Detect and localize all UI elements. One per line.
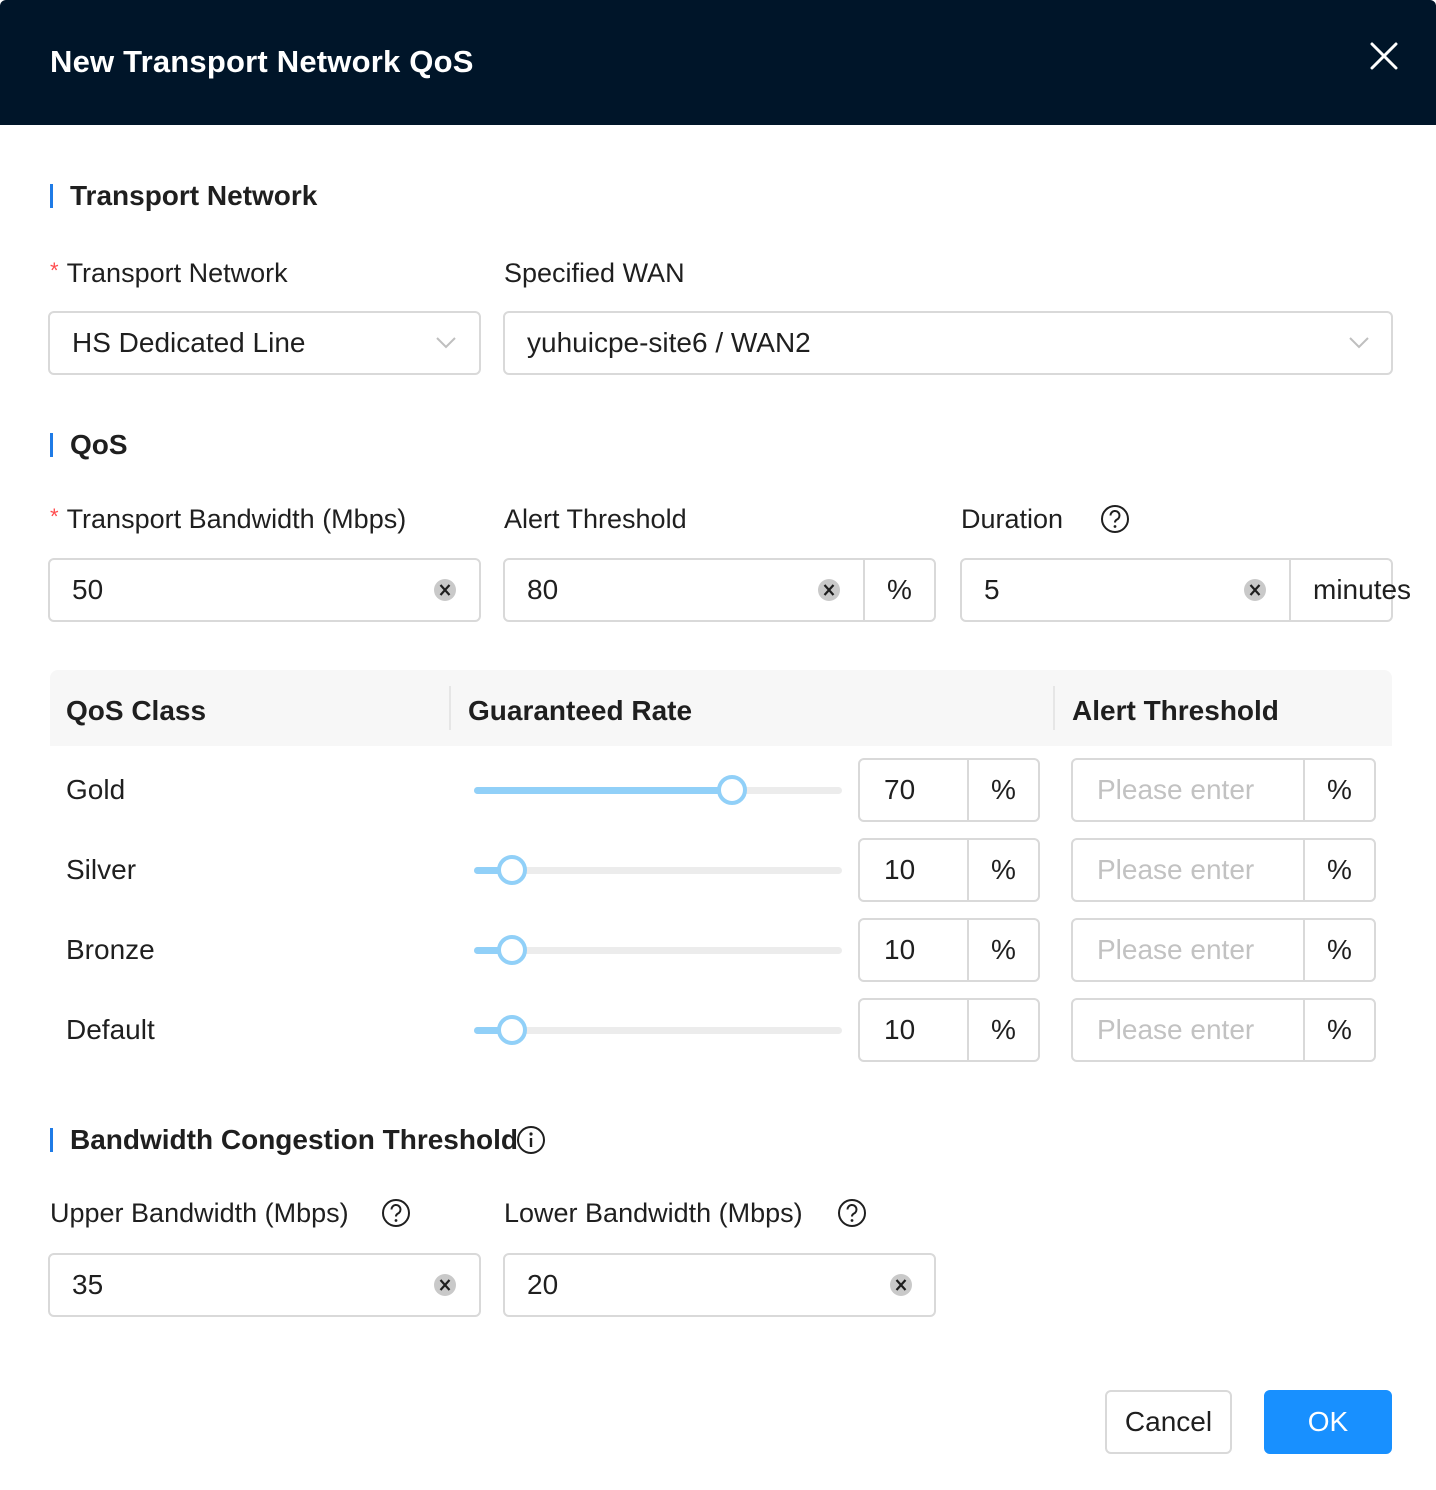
guaranteed-rate-slider[interactable] xyxy=(474,935,842,965)
specified-wan-label: Specified WAN xyxy=(504,258,685,288)
transport-bandwidth-value: 50 xyxy=(72,574,104,605)
slider-rail xyxy=(474,867,842,874)
guaranteed-rate-value: 10 xyxy=(884,1014,916,1045)
column-header-guaranteed-rate: Guaranteed Rate xyxy=(468,695,693,726)
upper-bandwidth-value: 35 xyxy=(72,1269,104,1300)
alert-threshold-placeholder: Please enter xyxy=(1097,1014,1255,1045)
alert-threshold-row-unit: % xyxy=(1303,1000,1374,1060)
lower-bandwidth-input[interactable]: 20 xyxy=(503,1253,936,1317)
guaranteed-rate-unit: % xyxy=(967,1000,1038,1060)
qos-class-label: Default xyxy=(66,1014,155,1045)
alert-threshold-label: Alert Threshold xyxy=(504,504,687,534)
guaranteed-rate-unit: % xyxy=(967,840,1038,900)
dialog-header: New Transport Network QoS xyxy=(0,0,1436,125)
question-circle-icon[interactable] xyxy=(837,1198,867,1228)
guaranteed-rate-value: 10 xyxy=(884,854,916,885)
slider-rail xyxy=(474,947,842,954)
alert-threshold-row-unit: % xyxy=(1303,840,1374,900)
guaranteed-rate-value: 70 xyxy=(884,774,916,805)
duration-input[interactable]: 5 minutes xyxy=(960,558,1411,622)
alert-threshold-placeholder: Please enter xyxy=(1097,854,1255,885)
clear-icon[interactable] xyxy=(433,578,457,602)
transport-network-label: * Transport Network xyxy=(50,258,288,288)
alert-threshold-row-unit: % xyxy=(1303,760,1374,820)
alert-threshold-input[interactable]: 80 % xyxy=(503,558,936,622)
specified-wan-select[interactable]: yuhuicpe-site6 / WAN2 xyxy=(503,311,1393,375)
clear-icon[interactable] xyxy=(817,578,841,602)
guaranteed-rate-unit: % xyxy=(967,760,1038,820)
slider-track xyxy=(474,787,732,794)
slider-rail xyxy=(474,1027,842,1034)
section-title-transport-network: Transport Network xyxy=(50,182,317,210)
qos-class-label: Bronze xyxy=(66,934,155,965)
column-separator xyxy=(449,686,451,730)
ok-button[interactable]: OK xyxy=(1264,1390,1392,1454)
slider-handle[interactable] xyxy=(497,855,527,885)
clear-icon[interactable] xyxy=(889,1273,913,1297)
clear-icon[interactable] xyxy=(433,1273,457,1297)
cancel-button[interactable]: Cancel xyxy=(1105,1390,1232,1454)
column-header-alert-threshold: Alert Threshold xyxy=(1072,695,1279,726)
qos-class-label: Silver xyxy=(66,854,137,885)
section-title-qos: QoS xyxy=(50,431,128,459)
transport-bandwidth-input[interactable]: 50 xyxy=(48,558,481,622)
transport-bandwidth-label: * Transport Bandwidth (Mbps) xyxy=(50,504,407,534)
alert-threshold-row-input[interactable]: Please enter % xyxy=(1071,998,1376,1062)
guaranteed-rate-value: 10 xyxy=(884,934,916,965)
qos-class-label: Gold xyxy=(66,774,126,805)
column-separator xyxy=(1053,686,1055,730)
question-circle-icon[interactable] xyxy=(381,1198,411,1228)
alert-threshold-row-input[interactable]: Please enter % xyxy=(1071,918,1376,982)
alert-threshold-row-input[interactable]: Please enter % xyxy=(1071,758,1376,822)
slider-handle[interactable] xyxy=(497,935,527,965)
column-header-qos-class: QoS Class xyxy=(66,695,207,726)
transport-network-select[interactable]: HS Dedicated Line xyxy=(48,311,481,375)
info-circle-icon[interactable] xyxy=(516,1125,546,1155)
alert-threshold-value: 80 xyxy=(527,574,559,605)
required-mark: * xyxy=(50,258,59,283)
lower-bandwidth-label: Lower Bandwidth (Mbps) xyxy=(504,1198,803,1228)
transport-network-value: HS Dedicated Line xyxy=(72,327,306,358)
alert-threshold-row-input[interactable]: Please enter % xyxy=(1071,838,1376,902)
chevron-down-icon xyxy=(434,333,458,353)
slider-handle[interactable] xyxy=(497,1015,527,1045)
guaranteed-rate-input[interactable]: 10 % xyxy=(858,838,1040,902)
guaranteed-rate-slider[interactable] xyxy=(474,855,842,885)
duration-value: 5 xyxy=(984,574,1000,605)
alert-threshold-unit: % xyxy=(863,560,934,620)
upper-bandwidth-label: Upper Bandwidth (Mbps) xyxy=(50,1198,349,1228)
duration-unit: minutes xyxy=(1289,560,1411,620)
dialog-title: New Transport Network QoS xyxy=(50,44,474,79)
slider-handle[interactable] xyxy=(716,775,747,805)
guaranteed-rate-input[interactable]: 10 % xyxy=(858,918,1040,982)
guaranteed-rate-slider[interactable] xyxy=(474,775,842,805)
clear-icon[interactable] xyxy=(1243,578,1267,602)
alert-threshold-placeholder: Please enter xyxy=(1097,934,1255,965)
qos-table-header: QoS Class Guaranteed Rate Alert Threshol… xyxy=(50,670,1392,746)
section-title-congestion: Bandwidth Congestion Threshold xyxy=(50,1126,518,1154)
alert-threshold-row-unit: % xyxy=(1303,920,1374,980)
close-icon[interactable] xyxy=(1366,38,1402,74)
alert-threshold-placeholder: Please enter xyxy=(1097,774,1255,805)
guaranteed-rate-slider[interactable] xyxy=(474,1015,842,1045)
upper-bandwidth-input[interactable]: 35 xyxy=(48,1253,481,1317)
guaranteed-rate-input[interactable]: 10 % xyxy=(858,998,1040,1062)
specified-wan-value: yuhuicpe-site6 / WAN2 xyxy=(527,327,811,358)
lower-bandwidth-value: 20 xyxy=(527,1269,559,1300)
required-mark: * xyxy=(50,504,59,529)
guaranteed-rate-input[interactable]: 70 % xyxy=(858,758,1040,822)
guaranteed-rate-unit: % xyxy=(967,920,1038,980)
chevron-down-icon xyxy=(1347,333,1371,353)
question-circle-icon[interactable] xyxy=(1100,504,1130,534)
duration-label: Duration xyxy=(961,504,1064,534)
